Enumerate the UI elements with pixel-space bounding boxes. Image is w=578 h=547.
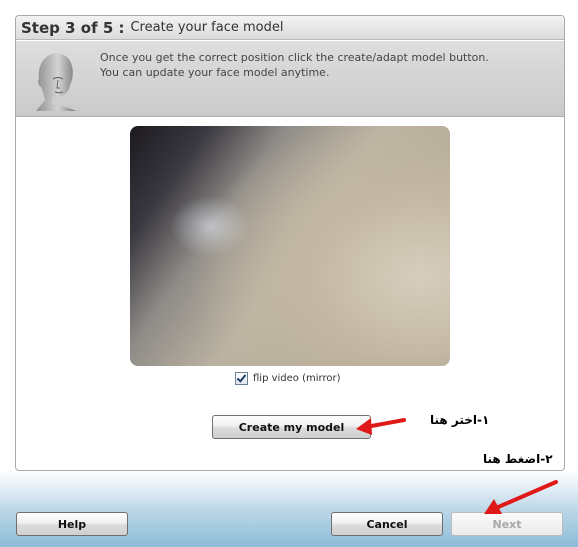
step-header: Step 3 of 5 : Create your face model (16, 16, 564, 40)
instructions-text: Once you get the correct position click … (100, 50, 489, 80)
flip-video-row[interactable]: flip video (mirror) (235, 372, 340, 385)
webcam-preview (130, 126, 450, 366)
cancel-button[interactable]: Cancel (331, 512, 443, 536)
flip-video-label[interactable]: flip video (mirror) (253, 373, 340, 384)
step-counter: Step 3 of 5 : (21, 18, 125, 37)
step-title: Create your face model (130, 20, 284, 35)
instructions-line-2: You can update your face model anytime. (100, 66, 330, 79)
annotation-step-1: ١-اختر هنا (430, 413, 490, 427)
flip-video-checkbox[interactable] (235, 372, 248, 385)
annotation-step-2: ٢-اضغط هنا (483, 452, 553, 466)
instructions-line-1: Once you get the correct position click … (100, 51, 489, 64)
wizard-panel: Step 3 of 5 : Create your face model Onc… (15, 15, 565, 471)
red-arrow-icon-next (484, 480, 558, 514)
face-model-head-icon (36, 53, 76, 111)
create-model-button[interactable]: Create my model (212, 415, 371, 439)
next-button[interactable]: Next (451, 512, 563, 536)
help-button[interactable]: Help (16, 512, 128, 536)
instructions-band: Once you get the correct position click … (16, 41, 564, 117)
